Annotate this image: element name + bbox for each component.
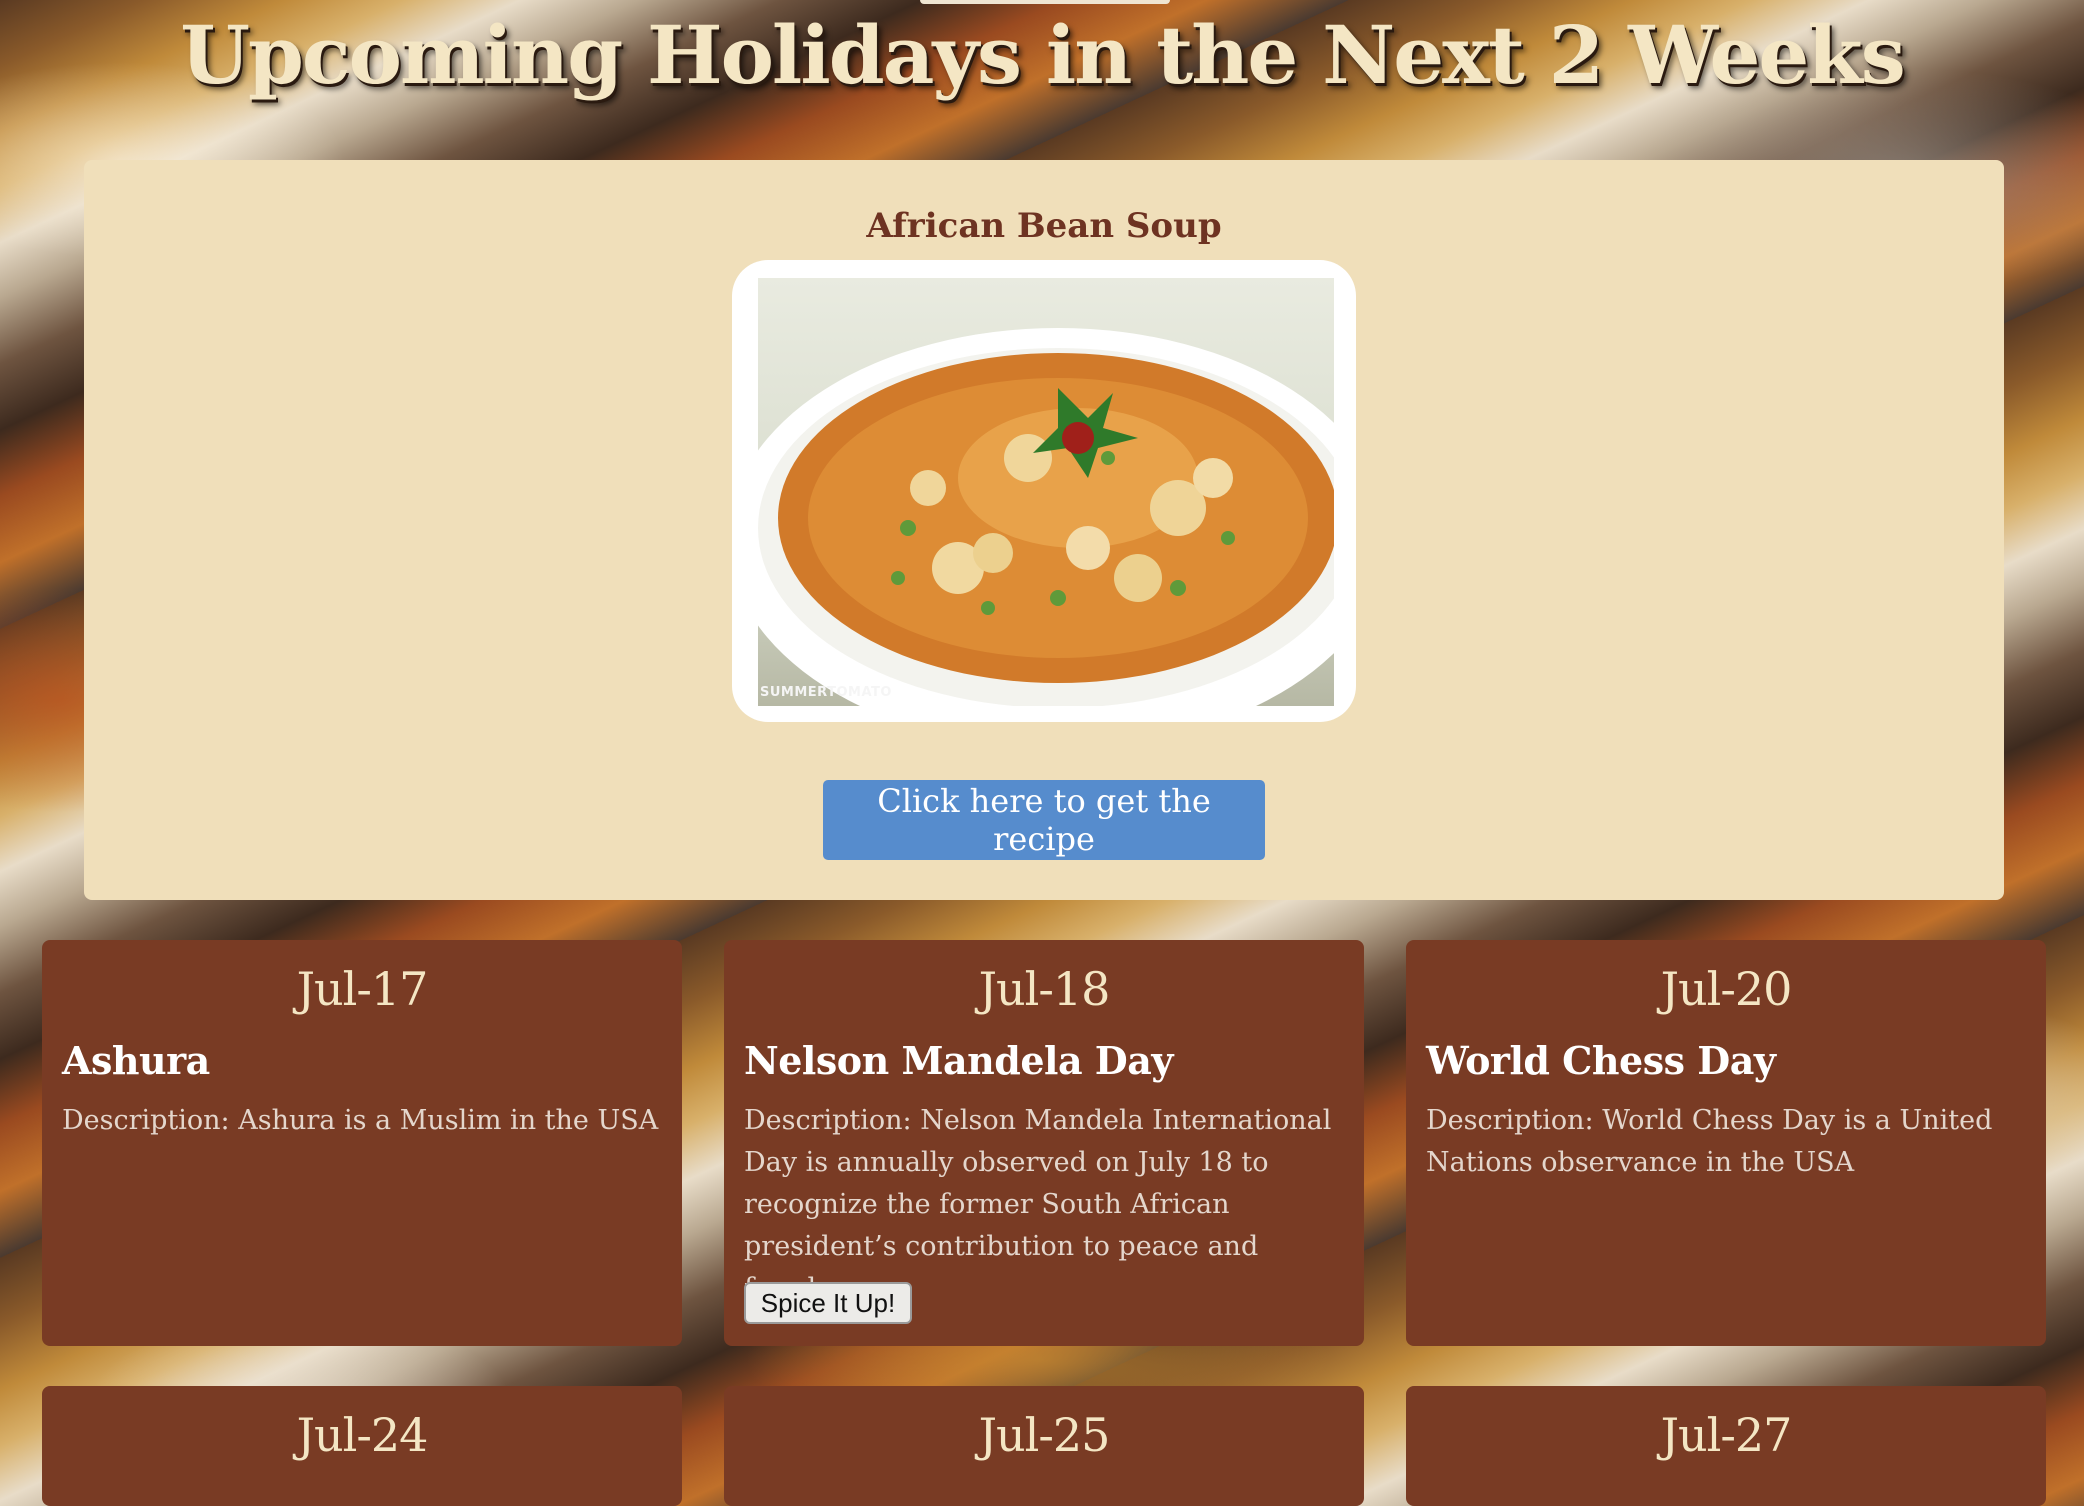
top-tab bbox=[920, 0, 1170, 4]
holiday-card: Jul-24 bbox=[42, 1386, 682, 1506]
featured-recipe-panel: African Bean Soup SUMMERTOMATO Click her… bbox=[84, 160, 2004, 900]
recipe-photo-frame: SUMMERTOMATO bbox=[732, 260, 1356, 722]
holiday-name: Nelson Mandela Day bbox=[744, 1038, 1173, 1083]
recipe-photo: SUMMERTOMATO bbox=[758, 278, 1334, 706]
featured-recipe-title: African Bean Soup bbox=[866, 206, 1222, 246]
holiday-date: Jul-24 bbox=[296, 1408, 429, 1462]
holiday-card: Jul-20 World Chess Day Description: Worl… bbox=[1406, 940, 2046, 1346]
holiday-date: Jul-20 bbox=[1660, 962, 1793, 1016]
holiday-date: Jul-27 bbox=[1660, 1408, 1793, 1462]
holiday-card: Jul-27 bbox=[1406, 1386, 2046, 1506]
page-title: Upcoming Holidays in the Next 2 Weeks bbox=[180, 8, 1906, 102]
soup-bowl-illustration bbox=[758, 328, 1334, 706]
photo-watermark: SUMMERTOMATO bbox=[760, 685, 892, 700]
holiday-description: Description: Nelson Mandela Internationa… bbox=[744, 1105, 1332, 1304]
spice-it-up-button[interactable]: Spice It Up! bbox=[744, 1282, 912, 1324]
holiday-card: Jul-18 Nelson Mandela Day Description: N… bbox=[724, 940, 1364, 1346]
holiday-date: Jul-25 bbox=[978, 1408, 1111, 1462]
holiday-date: Jul-17 bbox=[296, 962, 429, 1016]
holiday-card: Jul-25 bbox=[724, 1386, 1364, 1506]
holiday-date: Jul-18 bbox=[978, 962, 1111, 1016]
holiday-description: Description: World Chess Day is a United… bbox=[1426, 1105, 1993, 1178]
holiday-description: Description: Ashura is a Muslim in the U… bbox=[62, 1105, 659, 1136]
holiday-card: Jul-17 Ashura Description: Ashura is a M… bbox=[42, 940, 682, 1346]
get-recipe-button[interactable]: Click here to get the recipe bbox=[823, 780, 1265, 860]
holiday-name: Ashura bbox=[62, 1038, 210, 1083]
holiday-name: World Chess Day bbox=[1426, 1038, 1776, 1083]
